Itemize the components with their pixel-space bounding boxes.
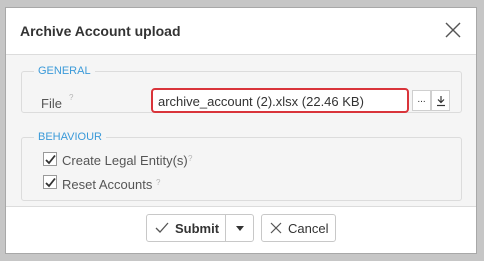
reset-accounts-help-icon[interactable]: ? <box>156 178 160 187</box>
file-field[interactable]: archive_account (2).xlsx (22.46 KB) <box>151 88 409 113</box>
create-legal-entity-help-icon[interactable]: ? <box>188 154 192 163</box>
create-legal-entity-label: Create Legal Entity(s) <box>62 153 188 168</box>
submit-label: Submit <box>175 220 220 236</box>
submit-button[interactable]: Submit <box>146 214 254 242</box>
browse-button[interactable]: ... <box>412 90 431 111</box>
create-legal-entity-checkbox[interactable] <box>43 152 57 166</box>
download-icon <box>436 96 445 107</box>
close-button[interactable] <box>444 21 462 39</box>
cancel-label: Cancel <box>288 220 329 236</box>
cancel-button[interactable]: Cancel <box>261 214 336 242</box>
dialog-title: Archive Account upload <box>20 23 181 39</box>
checkmark-icon <box>45 154 56 165</box>
archive-upload-dialog: Archive Account upload GENERAL File ? ar… <box>5 7 477 254</box>
footer-divider <box>6 206 476 207</box>
split-divider <box>225 215 226 241</box>
download-button[interactable] <box>431 90 450 111</box>
general-legend: GENERAL <box>38 65 91 77</box>
caret-down-icon <box>236 226 244 231</box>
file-help-icon[interactable]: ? <box>69 93 73 102</box>
reset-accounts-label: Reset Accounts <box>62 177 153 192</box>
checkmark-icon <box>155 222 169 233</box>
file-label: File <box>41 96 62 111</box>
behaviour-legend: BEHAVIOUR <box>38 131 102 143</box>
close-icon <box>445 22 461 38</box>
close-icon <box>270 222 282 234</box>
reset-accounts-checkbox[interactable] <box>43 175 57 189</box>
checkmark-icon <box>45 177 56 188</box>
dialog-body: GENERAL File ? archive_account (2).xlsx … <box>6 55 476 206</box>
submit-options-dropdown[interactable] <box>230 222 250 236</box>
